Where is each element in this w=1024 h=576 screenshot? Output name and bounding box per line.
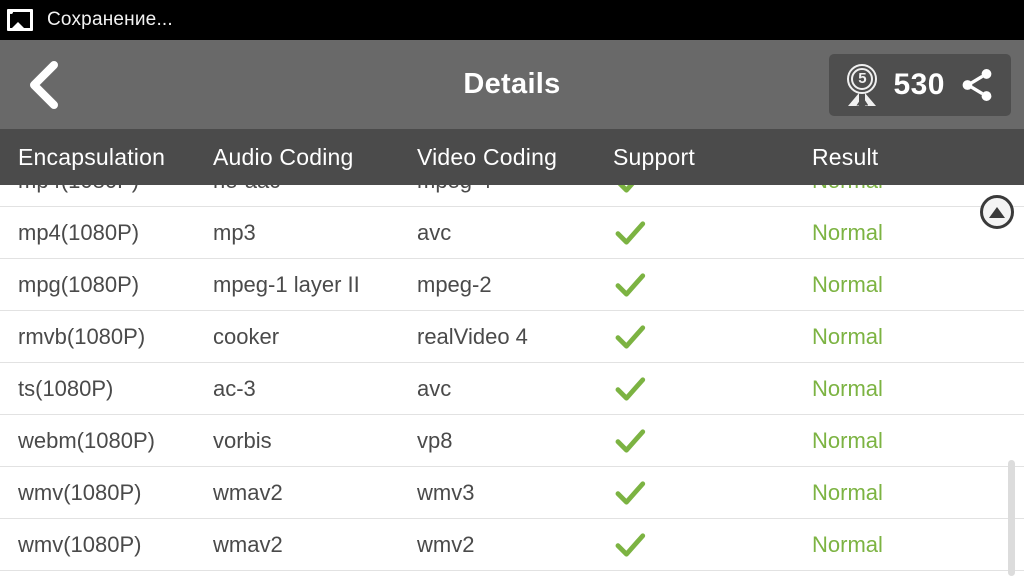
cell-audio-coding: wmav2 (213, 480, 283, 505)
table-row[interactable]: rmvb(1080P) cooker realVideo 4 Normal (0, 311, 1024, 363)
cell-support (613, 363, 647, 415)
check-icon (615, 273, 646, 297)
cell-result: Normal (812, 428, 883, 453)
cell-result: Normal (812, 272, 883, 297)
cell-video-coding: mpeg-2 (417, 272, 492, 297)
cell-audio-coding: he-aac (213, 185, 280, 207)
vertical-scrollbar[interactable] (1008, 460, 1015, 576)
column-header-result[interactable]: Result (812, 129, 878, 185)
column-header-encapsulation[interactable]: Encapsulation (18, 129, 165, 185)
cell-support (613, 467, 647, 519)
check-icon (617, 185, 635, 193)
table-column-header: Encapsulation Audio Coding Video Coding … (0, 129, 1024, 185)
cell-encapsulation: ts(1080P) (18, 376, 114, 401)
image-photo-icon (7, 9, 33, 31)
chevron-left-icon (30, 60, 58, 109)
table-row[interactable]: wmv(1080P) wmav2 wmv3 Normal (0, 467, 1024, 519)
cell-video-coding: realVideo 4 (417, 324, 528, 349)
cell-result: Normal (812, 532, 883, 557)
cell-audio-coding: cooker (213, 324, 280, 349)
cell-encapsulation: mp4(1080P) (18, 185, 139, 207)
cell-encapsulation: rmvb(1080P) (18, 324, 146, 349)
table-row[interactable]: wmv(1080P) wmav2 wmv2 Normal (0, 519, 1024, 571)
column-header-audio-coding[interactable]: Audio Coding (213, 129, 354, 185)
cell-video-coding: wmv3 (417, 480, 475, 505)
check-icon (615, 221, 646, 245)
cell-support (613, 311, 647, 363)
cell-audio-coding: ac-3 (213, 376, 256, 401)
table-row[interactable]: mp4(1080P) he-aac mpeg-4 Normal (0, 185, 1024, 207)
score-chip[interactable]: 5 530 (829, 53, 1011, 116)
table-row[interactable]: mp4(1080P) mp3 avc Normal (0, 207, 1024, 259)
cell-audio-coding: wmav2 (213, 532, 283, 557)
action-bar: Details 5 530 (0, 40, 1024, 129)
cell-support (613, 207, 647, 259)
column-header-support[interactable]: Support (613, 129, 695, 185)
cell-support (613, 415, 647, 467)
column-header-video-coding[interactable]: Video Coding (417, 129, 557, 185)
status-bar: Сохранение... (0, 0, 1024, 40)
award-ribbon-icon: 5 (844, 63, 880, 106)
check-icon (615, 377, 646, 401)
cell-video-coding: wmv2 (417, 532, 475, 557)
cell-support (613, 259, 647, 311)
table-scroll-area[interactable]: mp4(1080P)he-aacmpeg-4Normalmp4(1080P)mp… (0, 185, 1024, 576)
cell-encapsulation: webm(1080P) (18, 428, 155, 453)
back-button[interactable] (14, 55, 74, 115)
cell-support (613, 519, 647, 571)
cell-result: Normal (812, 185, 883, 207)
cell-result: Normal (812, 376, 883, 401)
table-rows: mp4(1080P)he-aacmpeg-4Normalmp4(1080P)mp… (0, 185, 1024, 571)
cell-audio-coding: vorbis (213, 428, 272, 453)
check-icon (615, 325, 646, 349)
cell-encapsulation: wmv(1080P) (18, 480, 142, 505)
share-icon[interactable] (958, 66, 996, 104)
check-icon (615, 429, 646, 453)
cell-result: Normal (812, 324, 883, 349)
badge-level-label: 5 (858, 70, 867, 87)
cell-result: Normal (812, 480, 883, 505)
check-icon (615, 481, 646, 505)
cell-encapsulation: mp4(1080P) (18, 220, 140, 245)
score-value: 530 (893, 67, 945, 101)
check-icon (615, 533, 646, 557)
table-row[interactable]: ts(1080P) ac-3 avc Normal (0, 363, 1024, 415)
cell-encapsulation: wmv(1080P) (18, 532, 142, 557)
cell-video-coding: avc (417, 376, 452, 401)
table-row[interactable]: webm(1080P) vorbis vp8 Normal (0, 415, 1024, 467)
cell-video-coding: avc (417, 220, 452, 245)
cell-support (613, 185, 647, 207)
cell-result: Normal (812, 220, 883, 245)
cell-encapsulation: mpg(1080P) (18, 272, 140, 297)
cell-audio-coding: mpeg-1 layer II (213, 272, 360, 297)
table-row[interactable]: mpg(1080P) mpeg-1 layer II mpeg-2 Normal (0, 259, 1024, 311)
app-root: Сохранение... Details 5 530 Encapsulatio… (0, 0, 1024, 576)
cell-audio-coding: mp3 (213, 220, 256, 245)
status-bar-text: Сохранение... (47, 9, 173, 30)
cell-video-coding: vp8 (417, 428, 453, 453)
scroll-to-top-button[interactable] (980, 195, 1014, 229)
cell-video-coding: mpeg-4 (417, 185, 492, 207)
triangle-up-icon (989, 206, 1005, 218)
